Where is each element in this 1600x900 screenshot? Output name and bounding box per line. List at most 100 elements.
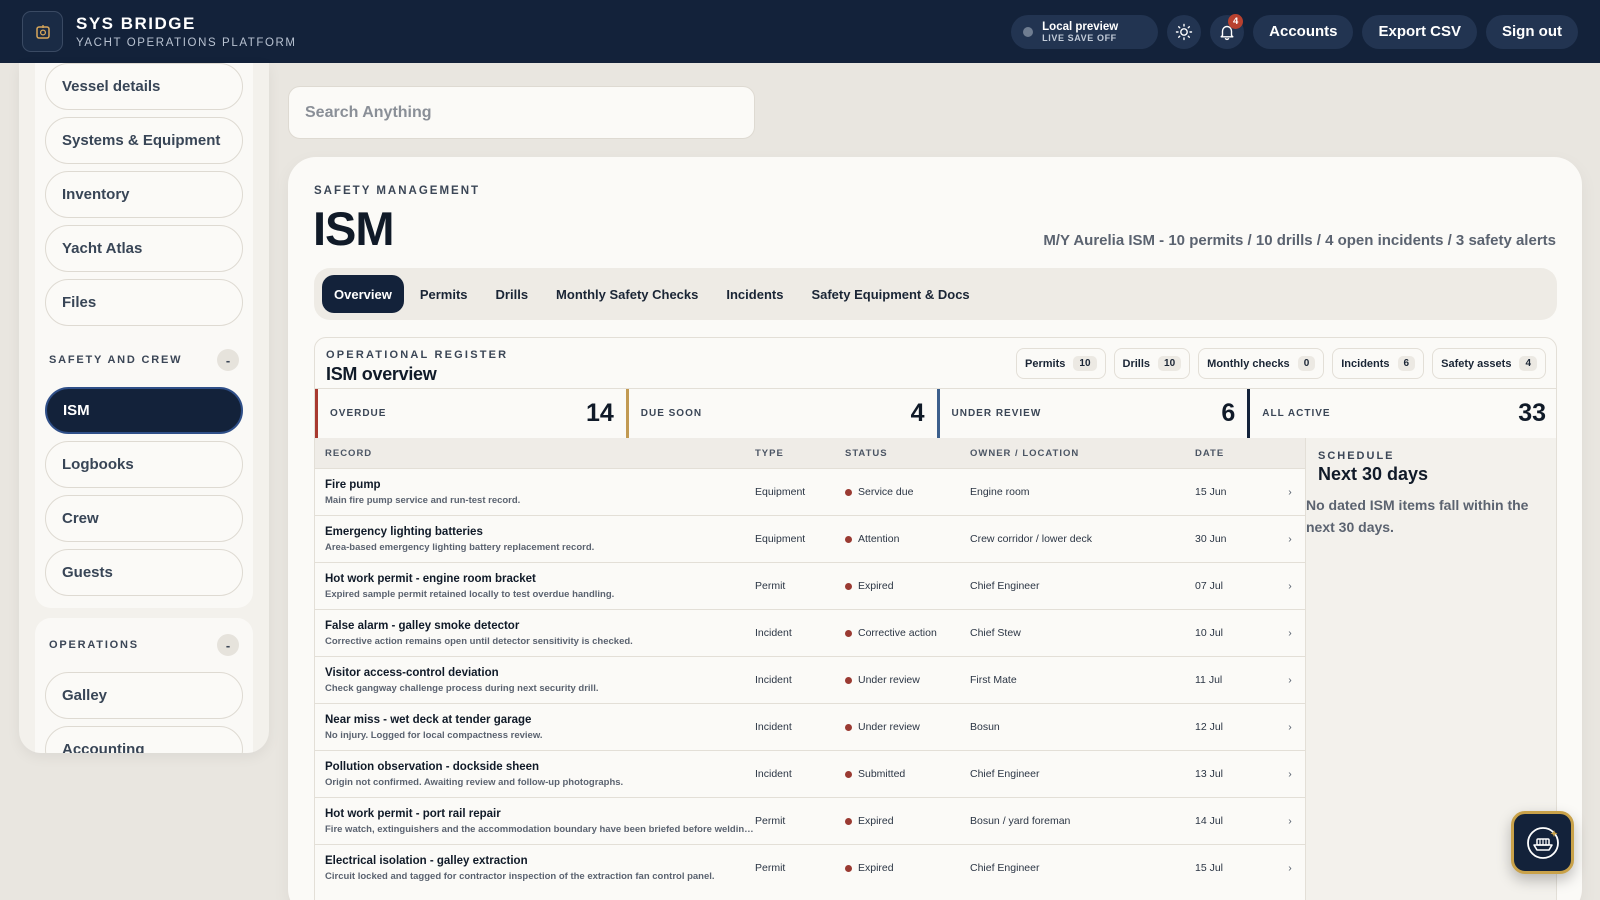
sidebar-item-accounting[interactable]: Accounting [45, 726, 243, 753]
type-cell: Incident [755, 627, 792, 639]
record-title: Emergency lighting batteries [325, 525, 483, 538]
schedule-empty-message: No dated ISM items fall within the next … [1306, 497, 1529, 535]
schedule-title: Next 30 days [1318, 464, 1429, 484]
status-text: Expired [858, 580, 894, 592]
assistant-button[interactable] [1511, 811, 1574, 874]
sidebar-item-vessel-details[interactable]: Vessel details [45, 63, 243, 110]
accounts-button[interactable]: Accounts [1253, 14, 1354, 49]
sidebar-item-guests[interactable]: Guests [45, 549, 243, 596]
record-title: Electrical isolation - galley extraction [325, 854, 528, 867]
sidebar[interactable]: Vessel details Systems & Equipment Inven… [19, 63, 269, 753]
record-title: Hot work permit - engine room bracket [325, 572, 536, 585]
ship-wheel-icon [35, 24, 50, 39]
type-cell: Incident [755, 674, 792, 686]
chevron-right-icon[interactable]: › [1275, 486, 1305, 498]
table-row[interactable]: False alarm - galley smoke detector Corre… [315, 609, 1305, 656]
tab-bar: Overview Permits Drills Monthly Safety C… [314, 268, 1557, 320]
status-text: Corrective action [858, 627, 937, 639]
chevron-right-icon[interactable]: › [1275, 721, 1305, 733]
tab-overview[interactable]: Overview [322, 275, 404, 313]
sidebar-item-files[interactable]: Files [45, 279, 243, 326]
chevron-right-icon[interactable]: › [1275, 580, 1305, 592]
collapse-safety-crew-button[interactable]: - [217, 349, 239, 371]
main-panel: SAFETY MANAGEMENT ISM M/Y Aurelia ISM - … [288, 157, 1582, 900]
status-text: Expired [858, 862, 894, 874]
tab-incidents[interactable]: Incidents [714, 275, 795, 313]
table-row[interactable]: Pollution observation - dockside sheen Or… [315, 750, 1305, 797]
table-row[interactable]: Hot work permit - engine room bracket Exp… [315, 562, 1305, 609]
chip-incidents[interactable]: Incidents 6 [1332, 348, 1425, 379]
stat-overdue[interactable]: OVERDUE 14 [315, 389, 626, 438]
chevron-right-icon[interactable]: › [1275, 627, 1305, 639]
record-description: Fire watch, extinguishers and the accomm… [325, 823, 755, 835]
col-status[interactable]: STATUS [845, 448, 970, 459]
table-row[interactable]: Near miss - wet deck at tender garage No … [315, 703, 1305, 750]
tab-drills[interactable]: Drills [484, 275, 541, 313]
ship-assistant-icon [1526, 826, 1559, 859]
sidebar-item-inventory[interactable]: Inventory [45, 171, 243, 218]
stat-all-active[interactable]: ALL ACTIVE 33 [1247, 389, 1556, 438]
record-cell: False alarm - galley smoke detector Corre… [315, 620, 755, 647]
table-row[interactable]: Emergency lighting batteries Area-based e… [315, 515, 1305, 562]
sidebar-item-logbooks[interactable]: Logbooks [45, 441, 243, 488]
chip-safety-assets[interactable]: Safety assets 4 [1432, 348, 1546, 379]
stat-due-soon[interactable]: DUE SOON 4 [625, 389, 937, 438]
status-cell: Under review [845, 674, 970, 686]
chip-monthly-checks[interactable]: Monthly checks 0 [1198, 348, 1325, 379]
status-dot [845, 676, 852, 684]
brand-subtitle: YACHT OPERATIONS PLATFORM [76, 37, 297, 49]
notifications-button[interactable]: 4 [1210, 13, 1245, 49]
record-cell: Electrical isolation - galley extraction… [315, 855, 755, 882]
sidebar-item-systems-equipment[interactable]: Systems & Equipment [45, 117, 243, 164]
owner-cell: Chief Stew [970, 627, 1021, 639]
sidebar-item-yacht-atlas[interactable]: Yacht Atlas [45, 225, 243, 272]
record-description: Main fire pump service and run-test reco… [325, 494, 521, 506]
sun-icon [1175, 23, 1193, 40]
col-owner[interactable]: OWNER / LOCATION [970, 448, 1195, 459]
date-cell: 13 Jul [1195, 768, 1224, 780]
sign-out-button[interactable]: Sign out [1486, 14, 1578, 49]
table-row[interactable]: Fire pump Main fire pump service and run-… [315, 468, 1305, 515]
type-cell: Incident [755, 768, 792, 780]
tab-safety-equipment-docs[interactable]: Safety Equipment & Docs [799, 275, 981, 313]
stat-label: OVERDUE [330, 408, 387, 419]
chevron-right-icon[interactable]: › [1275, 533, 1305, 545]
type-cell: Incident [755, 721, 792, 733]
tab-monthly-safety-checks[interactable]: Monthly Safety Checks [544, 275, 710, 313]
search-input[interactable] [288, 86, 755, 139]
col-type[interactable]: TYPE [755, 448, 845, 459]
collapse-operations-button[interactable]: - [217, 634, 239, 656]
table-row[interactable]: Electrical isolation - galley extraction… [315, 844, 1305, 891]
sidebar-item-galley[interactable]: Galley [45, 672, 243, 719]
record-cell: Pollution observation - dockside sheen Or… [315, 761, 755, 788]
chip-drills[interactable]: Drills 10 [1113, 348, 1191, 379]
theme-toggle-button[interactable] [1167, 14, 1202, 49]
col-record[interactable]: RECORD [315, 448, 755, 459]
operational-register: OPERATIONAL REGISTER ISM overview Permit… [314, 337, 1557, 900]
tab-permits[interactable]: Permits [408, 275, 480, 313]
sidebar-item-crew[interactable]: Crew [45, 495, 243, 542]
chevron-right-icon[interactable]: › [1275, 768, 1305, 780]
type-cell: Equipment [755, 533, 806, 545]
status-dot [845, 770, 852, 778]
col-date[interactable]: DATE [1195, 448, 1275, 459]
stat-label: ALL ACTIVE [1262, 408, 1331, 419]
record-title: Near miss - wet deck at tender garage [325, 713, 532, 726]
sidebar-item-ism[interactable]: ISM [45, 387, 243, 434]
table-row[interactable]: Hot work permit - port rail repair Fire w… [315, 797, 1305, 844]
record-cell: Fire pump Main fire pump service and run-… [315, 479, 755, 506]
stat-under-review[interactable]: UNDER REVIEW 6 [936, 389, 1248, 438]
chevron-right-icon[interactable]: › [1275, 674, 1305, 686]
date-cell: 15 Jul [1195, 862, 1224, 874]
status-text: Expired [858, 815, 894, 827]
status-cell: Under review [845, 721, 970, 733]
chevron-right-icon[interactable]: › [1275, 815, 1305, 827]
chevron-right-icon[interactable]: › [1275, 862, 1305, 874]
type-cell: Equipment [755, 486, 806, 498]
app-logo[interactable] [22, 11, 63, 52]
local-preview-toggle[interactable]: Local preview LIVE SAVE OFF [1011, 14, 1159, 49]
chip-permits[interactable]: Permits 10 [1016, 348, 1106, 379]
export-csv-button[interactable]: Export CSV [1362, 14, 1477, 49]
stat-value: 4 [910, 399, 925, 427]
table-row[interactable]: Visitor access-control deviation Check ga… [315, 656, 1305, 703]
